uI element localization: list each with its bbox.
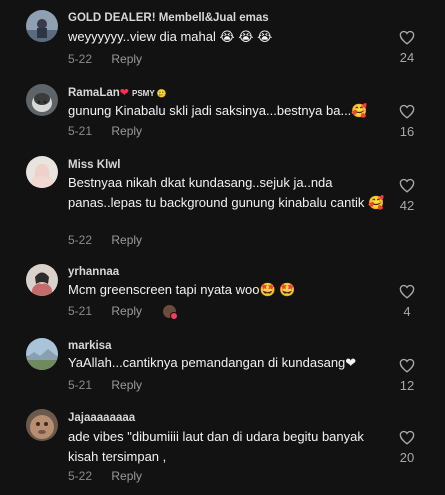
comment-date: 5-22 [68,469,93,483]
reply-button[interactable]: Reply [111,124,142,138]
avatar[interactable] [26,409,58,441]
comment-meta: 5-21 Reply [68,304,179,321]
comment-username[interactable]: Miss Klwl [68,159,120,171]
like-count: 42 [399,198,415,213]
username-text: RamaLan [68,87,120,99]
comment-date: 5-21 [68,378,93,392]
comment-username[interactable]: Jajaaaaaaaa [68,412,135,424]
comment-username[interactable]: yrhannaa [68,266,119,278]
like-button[interactable]: 42 [392,178,422,213]
avatar[interactable] [26,338,58,370]
like-count: 16 [399,124,415,139]
like-count: 24 [399,50,415,65]
comment-date: 5-21 [68,304,93,318]
comment-meta: 5-22 Reply [68,469,142,483]
creator-like-avatar [163,305,179,321]
like-count: 4 [403,304,411,319]
comment-username[interactable]: GOLD DEALER! Membell&Jual emas [68,12,269,24]
heart-outline-icon [399,430,415,445]
reply-button[interactable]: Reply [111,52,142,66]
avatar[interactable] [26,10,58,42]
username-tag: PSMY 🥲 [132,89,167,98]
like-button[interactable]: 24 [392,30,422,65]
comment-date: 5-21 [68,124,93,138]
avatar[interactable] [26,264,58,296]
heart-outline-icon [399,358,415,373]
like-button[interactable]: 16 [392,104,422,139]
username-heart: ❤ [119,87,129,99]
like-count: 12 [399,378,415,393]
comment-meta: 5-21 Reply [68,124,142,138]
comment-meta: 5-21 Reply [68,378,142,392]
comment-text: Bestnyaa nikah dkat kundasang..sejuk ja.… [68,175,385,210]
avatar[interactable] [26,84,58,116]
heart-outline-icon [399,284,415,299]
comment-date: 5-22 [68,233,93,247]
reply-button[interactable]: Reply [111,233,142,247]
heart-outline-icon [399,104,415,119]
avatar[interactable] [26,156,58,188]
reply-button[interactable]: Reply [111,378,142,392]
like-button[interactable]: 4 [392,284,422,319]
heart-outline-icon [399,30,415,45]
comment-meta: 5-22 Reply [68,233,142,247]
like-count: 20 [399,450,415,465]
like-button[interactable]: 20 [392,430,422,465]
comment-username[interactable]: RamaLan❤ PSMY 🥲 [68,86,167,99]
comment-text: weyyyyyy..view dia mahal 😭 😭 😭 [68,29,273,44]
comment-text: ade vibes "dibumiiii laut dan di udara b… [68,429,364,464]
heart-outline-icon [399,178,415,193]
comment-text: YaAllah...cantiknya pemandangan di kunda… [68,355,357,370]
reply-button[interactable]: Reply [111,304,142,318]
reply-button[interactable]: Reply [111,469,142,483]
comment-username[interactable]: markisa [68,340,111,352]
comment-text: Mcm greenscreen tapi nyata woo🤩 🤩 [68,282,296,297]
comment-date: 5-22 [68,52,93,66]
comment-text: gunung Kinabalu skli jadi saksinya...bes… [68,103,368,118]
like-button[interactable]: 12 [392,358,422,393]
comment-meta: 5-22 Reply [68,52,142,66]
